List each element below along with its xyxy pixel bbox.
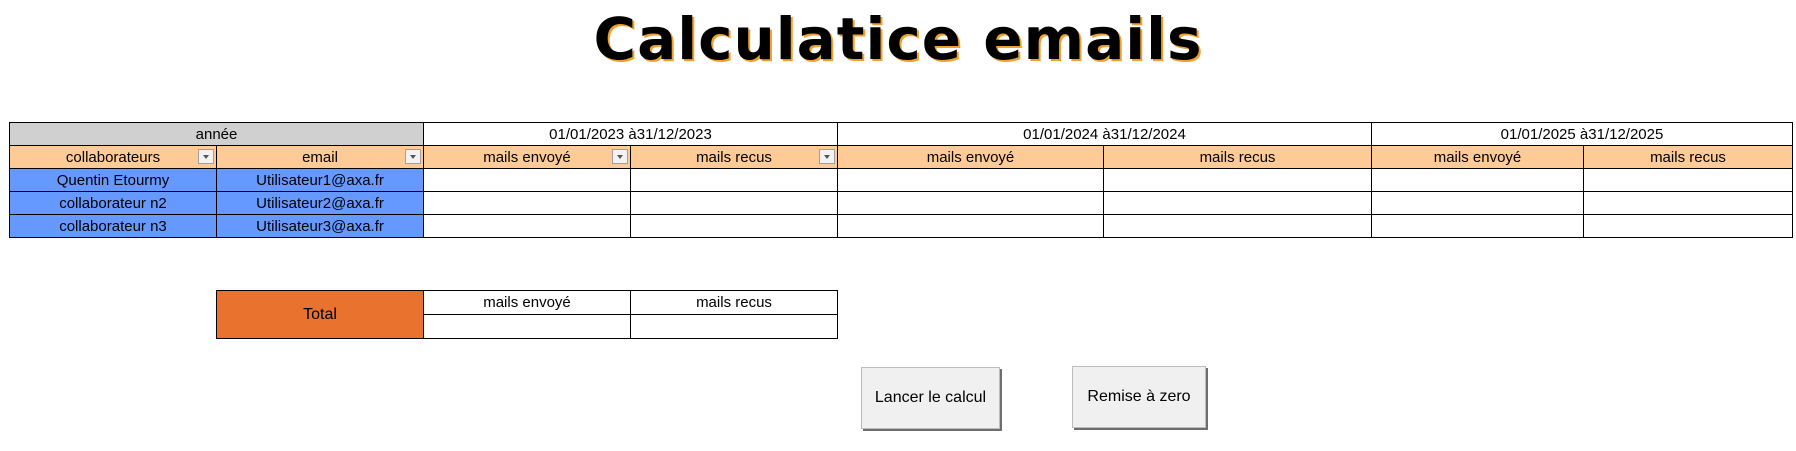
header-collaborateurs-label: collaborateurs <box>65 148 161 166</box>
table-row: collaborateur n2 Utilisateur2@axa.fr <box>9 191 1793 215</box>
cell-received-2024[interactable] <box>1103 214 1372 238</box>
filter-dropdown-email[interactable] <box>405 149 421 164</box>
collaborateur-email[interactable]: Utilisateur1@axa.fr <box>216 168 424 192</box>
cell-sent-2024[interactable] <box>837 191 1104 215</box>
column-header-row: collaborateurs email mails envoyé mails … <box>9 145 1793 169</box>
cell-sent-2023[interactable] <box>423 214 631 238</box>
table-row: collaborateur n3 Utilisateur3@axa.fr <box>9 214 1793 238</box>
cell-received-2025[interactable] <box>1583 168 1793 192</box>
total-label: Total <box>216 290 424 339</box>
cell-sent-2024[interactable] <box>837 168 1104 192</box>
collaborateur-name[interactable]: Quentin Etourmy <box>9 168 217 192</box>
total-cell-sent[interactable] <box>423 314 631 339</box>
total-cell-received[interactable] <box>630 314 838 339</box>
cell-received-2024[interactable] <box>1103 191 1372 215</box>
header-received-2024: mails recus <box>1103 145 1372 169</box>
header-email-label: email <box>302 148 338 166</box>
filter-dropdown-received-2023[interactable] <box>819 149 835 164</box>
cell-sent-2025[interactable] <box>1371 214 1584 238</box>
filter-dropdown-collaborateurs[interactable] <box>198 149 214 164</box>
cell-sent-2023[interactable] <box>423 191 631 215</box>
cell-received-2025[interactable] <box>1583 214 1793 238</box>
header-collaborateurs: collaborateurs <box>9 145 217 169</box>
cell-received-2024[interactable] <box>1103 168 1372 192</box>
header-sent-2023: mails envoyé <box>423 145 631 169</box>
collaborateur-name[interactable]: collaborateur n2 <box>9 191 217 215</box>
header-received-2023: mails recus <box>630 145 838 169</box>
collaborateur-email[interactable]: Utilisateur2@axa.fr <box>216 191 424 215</box>
period-2025[interactable]: 01/01/2025 à31/12/2025 <box>1371 122 1793 146</box>
total-header-sent: mails envoyé <box>423 290 631 315</box>
period-2024[interactable]: 01/01/2024 à31/12/2024 <box>837 122 1372 146</box>
collaborateur-email[interactable]: Utilisateur3@axa.fr <box>216 214 424 238</box>
cell-sent-2025[interactable] <box>1371 168 1584 192</box>
cell-received-2023[interactable] <box>630 191 838 215</box>
cell-sent-2024[interactable] <box>837 214 1104 238</box>
header-sent-2023-label: mails envoyé <box>483 148 571 166</box>
period-2023[interactable]: 01/01/2023 à31/12/2023 <box>423 122 838 146</box>
header-received-2023-label: mails recus <box>696 148 772 166</box>
header-received-2025: mails recus <box>1583 145 1793 169</box>
run-calculation-button[interactable]: Lancer le calcul <box>861 367 1000 429</box>
header-email: email <box>216 145 424 169</box>
cell-sent-2025[interactable] <box>1371 191 1584 215</box>
page-title: Calculatice emails <box>593 5 1203 73</box>
table-row: Quentin Etourmy Utilisateur1@axa.fr <box>9 168 1793 192</box>
cell-sent-2023[interactable] <box>423 168 631 192</box>
cell-received-2023[interactable] <box>630 214 838 238</box>
reset-button[interactable]: Remise à zero <box>1072 366 1206 428</box>
collaborateur-name[interactable]: collaborateur n3 <box>9 214 217 238</box>
total-header-received: mails recus <box>630 290 838 315</box>
filter-dropdown-sent-2023[interactable] <box>612 149 628 164</box>
cell-received-2023[interactable] <box>630 168 838 192</box>
cell-received-2025[interactable] <box>1583 191 1793 215</box>
emails-table: année 01/01/2023 à31/12/2023 01/01/2024 … <box>9 122 1793 238</box>
header-sent-2024: mails envoyé <box>837 145 1104 169</box>
total-table: Total mails envoyé mails recus <box>216 290 838 339</box>
header-sent-2025: mails envoyé <box>1371 145 1584 169</box>
period-row: année 01/01/2023 à31/12/2023 01/01/2024 … <box>9 122 1793 146</box>
year-label: année <box>9 122 424 146</box>
